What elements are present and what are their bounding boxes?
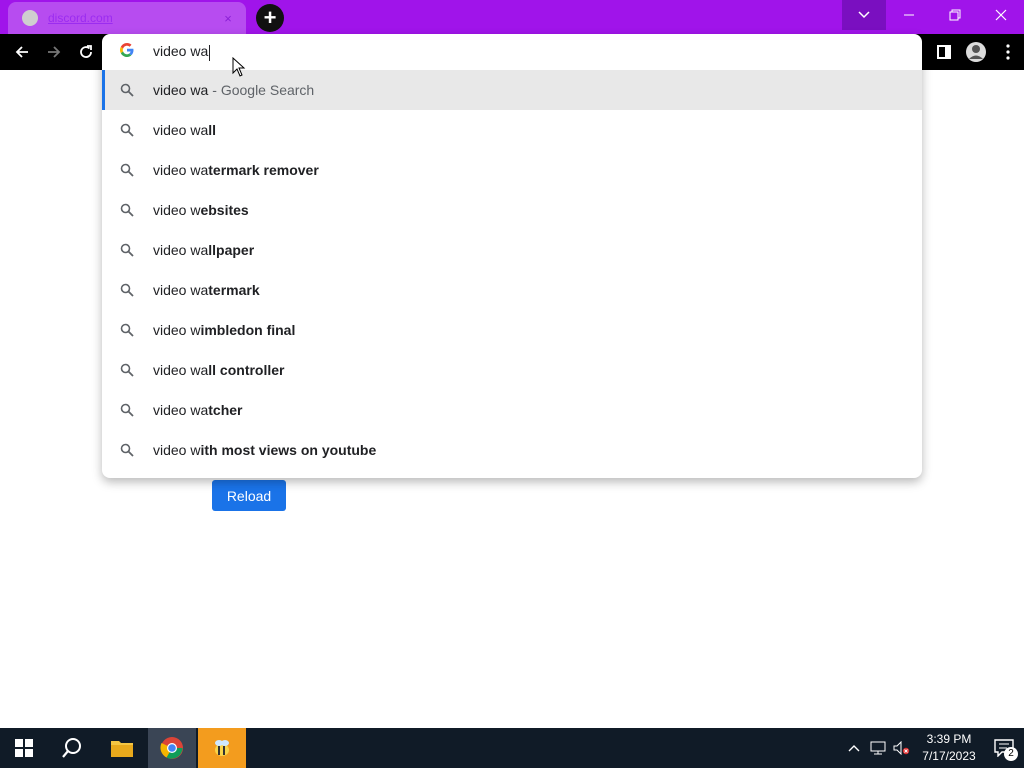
side-panel-button[interactable] xyxy=(928,34,960,70)
suggestion-text: video wall xyxy=(153,122,217,138)
suggestion-item[interactable]: video watermark xyxy=(102,270,922,310)
suggestion-text: video wimbledon final xyxy=(153,322,296,338)
search-icon xyxy=(119,163,135,177)
search-icon xyxy=(119,123,135,137)
suggestion-text: video watermark remover xyxy=(153,162,319,178)
omnibox-text[interactable]: video wa xyxy=(153,43,211,61)
suggestion-text: video wa xyxy=(153,82,209,98)
menu-button[interactable] xyxy=(992,34,1024,70)
chrome-taskbar-button[interactable] xyxy=(148,728,196,768)
new-tab-button[interactable]: + xyxy=(256,4,284,32)
search-icon xyxy=(62,738,81,758)
omnibox-input[interactable]: video wa xyxy=(102,34,922,70)
close-icon xyxy=(995,9,1007,21)
toolbar-right-tools xyxy=(928,34,1024,70)
google-icon xyxy=(119,42,135,62)
suggestion-text: video wall controller xyxy=(153,362,285,378)
search-icon xyxy=(119,243,135,257)
search-icon xyxy=(119,443,135,457)
suggestion-item[interactable]: video wall controller xyxy=(102,350,922,390)
search-icon xyxy=(119,323,135,337)
chrome-icon xyxy=(160,737,183,759)
window-controls xyxy=(842,0,1024,30)
notification-center-button[interactable]: 2 xyxy=(984,728,1024,768)
forward-button[interactable] xyxy=(38,34,70,70)
system-clock[interactable]: 3:39 PM 7/17/2023 xyxy=(914,731,984,765)
restore-icon xyxy=(949,9,961,21)
system-tray: 3:39 PM 7/17/2023 2 xyxy=(842,728,1024,768)
suggestion-text: video with most views on youtube xyxy=(153,442,377,458)
suggestion-item[interactable]: video wimbledon final xyxy=(102,310,922,350)
suggestion-item[interactable]: video wallpaper xyxy=(102,230,922,270)
suggestion-item[interactable]: video wa - Google Search xyxy=(102,70,922,110)
restore-button[interactable] xyxy=(932,0,978,30)
suggestion-text: video watcher xyxy=(153,402,243,418)
close-window-button[interactable] xyxy=(978,0,1024,30)
side-panel-icon xyxy=(937,45,951,59)
clock-date: 7/17/2023 xyxy=(922,749,976,763)
suggestion-item[interactable]: video watermark remover xyxy=(102,150,922,190)
suggestion-item[interactable]: video websites xyxy=(102,190,922,230)
search-button[interactable] xyxy=(48,728,96,768)
app-taskbar-button[interactable] xyxy=(198,728,246,768)
search-icon xyxy=(119,83,135,97)
search-icon xyxy=(119,363,135,377)
suggestion-text: video websites xyxy=(153,202,249,218)
volume-muted-icon[interactable] xyxy=(890,741,914,755)
suggestion-item[interactable]: video wall xyxy=(102,110,922,150)
search-icon xyxy=(119,283,135,297)
notification-count: 2 xyxy=(1004,747,1018,761)
minimize-button[interactable] xyxy=(886,0,932,30)
reload-button[interactable]: Reload xyxy=(212,480,286,511)
minimize-icon xyxy=(904,14,914,16)
reload-toolbar-button[interactable] xyxy=(70,34,102,70)
back-button[interactable] xyxy=(6,34,38,70)
file-explorer-button[interactable] xyxy=(98,728,146,768)
suggestion-list: video wa - Google Search video wall video w… xyxy=(102,70,922,470)
browser-tab[interactable]: discord.com × xyxy=(8,2,246,34)
refresh-icon xyxy=(80,45,92,58)
arrow-right-icon xyxy=(48,46,61,58)
tab-close-icon[interactable]: × xyxy=(220,11,236,26)
omnibox-dropdown: video wa video wa - Google Search video wa… xyxy=(102,34,922,478)
tab-title: discord.com xyxy=(48,11,113,25)
chevron-down-icon xyxy=(858,11,870,19)
bee-icon xyxy=(215,740,229,756)
windows-icon xyxy=(15,739,33,757)
search-icon xyxy=(119,403,135,417)
suggestion-item[interactable]: video watcher xyxy=(102,390,922,430)
suggestion-subtext: - Google Search xyxy=(212,82,315,98)
start-button[interactable] xyxy=(0,728,48,768)
suggestion-text: video wallpaper xyxy=(153,242,255,258)
tab-search-button[interactable] xyxy=(842,0,886,30)
avatar-icon xyxy=(966,42,986,62)
suggestion-item[interactable]: video with most views on youtube xyxy=(102,430,922,470)
mouse-cursor-icon xyxy=(232,57,246,77)
more-vert-icon xyxy=(1006,44,1010,60)
tray-chevron-up-icon[interactable] xyxy=(842,744,866,752)
profile-button[interactable] xyxy=(960,34,992,70)
search-icon xyxy=(119,203,135,217)
clock-time: 3:39 PM xyxy=(926,732,972,746)
suggestion-text: video watermark xyxy=(153,282,260,298)
tab-strip: discord.com × + xyxy=(0,0,1024,34)
taskbar: 3:39 PM 7/17/2023 2 xyxy=(0,728,1024,768)
network-icon[interactable] xyxy=(866,741,890,755)
arrow-left-icon xyxy=(15,46,28,58)
folder-icon xyxy=(111,741,133,757)
tab-favicon-icon xyxy=(22,10,38,26)
